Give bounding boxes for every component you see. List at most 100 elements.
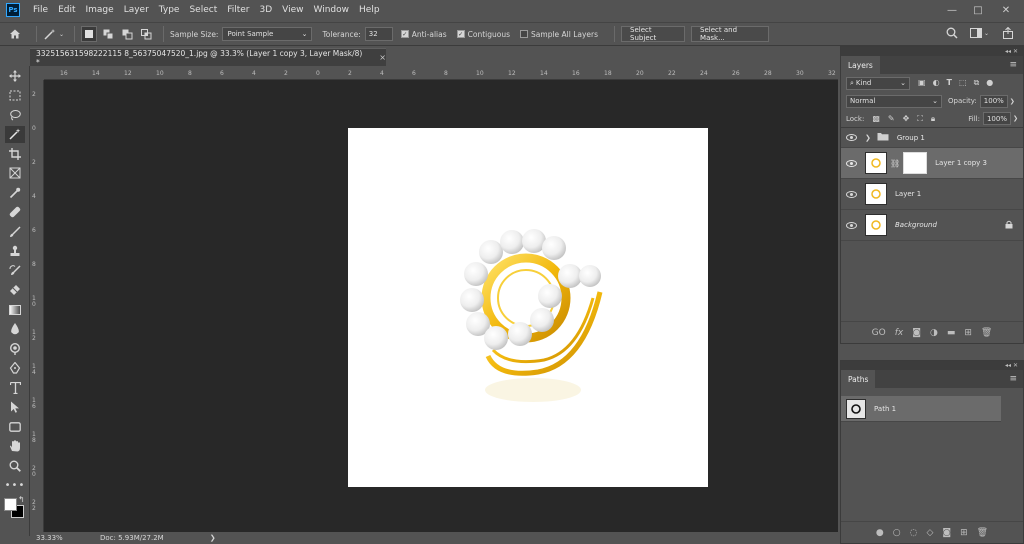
pen-tool[interactable]: [0, 359, 30, 379]
anti-alias-checkbox[interactable]: ✓ Anti-alias: [400, 30, 447, 39]
layer-row-group-1[interactable]: ❯ Group 1: [841, 128, 1023, 148]
new-layer-icon[interactable]: ⊞: [964, 328, 972, 338]
search-button[interactable]: [946, 27, 958, 41]
trash-icon[interactable]: 🗑︎: [981, 328, 992, 338]
eraser-tool[interactable]: [0, 281, 30, 301]
canvas-area[interactable]: [44, 80, 838, 532]
rectangle-tool[interactable]: [0, 417, 30, 437]
edit-toolbar-button[interactable]: •••: [0, 476, 30, 496]
make-work-path-icon[interactable]: ◇: [926, 528, 933, 538]
fill-input[interactable]: 100%: [982, 112, 1011, 125]
menu-layer[interactable]: Layer: [119, 5, 154, 15]
path-row-path-1[interactable]: Path 1: [841, 396, 1001, 422]
zoom-level[interactable]: 33.33%: [30, 534, 84, 542]
fill-path-icon[interactable]: ●: [876, 528, 884, 538]
panel-menu-icon[interactable]: ≡: [1009, 374, 1017, 384]
menu-image[interactable]: Image: [81, 5, 119, 15]
frame-tool[interactable]: [0, 164, 30, 184]
document-canvas[interactable]: [348, 128, 708, 487]
menu-file[interactable]: File: [28, 5, 53, 15]
menu-edit[interactable]: Edit: [53, 5, 80, 15]
status-menu-arrow[interactable]: ❯: [210, 534, 216, 542]
intersect-selection-button[interactable]: [138, 26, 154, 42]
panel-collapse-strip[interactable]: ◂◂ ✕: [841, 361, 1023, 370]
select-subject-button[interactable]: Select Subject: [621, 26, 686, 42]
panel-menu-icon[interactable]: ≡: [1009, 60, 1017, 70]
menu-select[interactable]: Select: [184, 5, 222, 15]
zoom-tool[interactable]: [0, 456, 30, 476]
contiguous-checkbox[interactable]: ✓ Contiguous: [456, 30, 510, 39]
healing-brush-tool[interactable]: [0, 203, 30, 223]
new-selection-button[interactable]: [81, 26, 98, 42]
home-button[interactable]: [0, 28, 30, 40]
eyedropper-tool[interactable]: [0, 183, 30, 203]
add-mask-icon[interactable]: ◙: [912, 328, 921, 338]
lock-position-icon[interactable]: ✥: [903, 114, 910, 124]
blend-mode-select[interactable]: Normal ⌄: [846, 94, 942, 108]
lock-transparency-icon[interactable]: ▩: [872, 114, 880, 124]
filter-shape-icon[interactable]: ⬚: [959, 78, 967, 88]
path-selection-tool[interactable]: [0, 398, 30, 418]
close-window-button[interactable]: ✕: [994, 0, 1018, 20]
lock-pixels-icon[interactable]: ✎: [888, 114, 895, 124]
new-group-icon[interactable]: ▬: [947, 328, 956, 338]
minimize-button[interactable]: —: [940, 0, 964, 20]
type-tool[interactable]: [0, 378, 30, 398]
layer-filter-select[interactable]: ⌕ Kind ⌄: [846, 76, 910, 90]
workspace-switcher[interactable]: ⌄: [970, 27, 989, 39]
lock-all-icon[interactable]: 🔒︎: [931, 114, 935, 124]
layer-thumbnail[interactable]: [865, 214, 887, 236]
tool-preset-picker[interactable]: ⌄: [43, 28, 64, 40]
gradient-tool[interactable]: [0, 300, 30, 320]
mask-link-icon[interactable]: ⛓: [890, 159, 900, 168]
add-to-selection-button[interactable]: [100, 26, 116, 42]
adjustment-layer-icon[interactable]: ◑: [930, 328, 938, 338]
document-tab[interactable]: 332515631598222115 8_56375047520_1.jpg @…: [30, 48, 386, 67]
menu-3d[interactable]: 3D: [255, 5, 278, 15]
layer-row-layer-1[interactable]: Layer 1: [841, 179, 1023, 210]
select-and-mask-button[interactable]: Select and Mask...: [691, 26, 770, 42]
restore-button[interactable]: □: [966, 0, 990, 20]
brush-tool[interactable]: [0, 222, 30, 242]
filter-adjustment-icon[interactable]: ◐: [933, 78, 940, 88]
add-mask-icon[interactable]: ◙: [942, 528, 951, 538]
sample-size-select[interactable]: Point Sample ⌄: [222, 27, 313, 41]
move-tool[interactable]: [0, 66, 30, 86]
horizontal-ruler[interactable]: 16 14 12 10 8 6 4 2 0 2 4 6 8 10 12 14 16 18 20 22 24 26 28 30 3…: [44, 68, 868, 80]
opacity-input[interactable]: 100%: [979, 94, 1008, 108]
chevron-right-icon[interactable]: ❯: [865, 134, 871, 142]
path-thumbnail[interactable]: [846, 398, 866, 419]
link-layers-icon[interactable]: GO: [872, 328, 886, 338]
tab-layers[interactable]: Layers: [841, 56, 880, 74]
visibility-eye-icon[interactable]: [841, 159, 861, 167]
chevron-right-icon[interactable]: ❯: [1010, 98, 1015, 105]
filter-type-icon[interactable]: T: [947, 78, 952, 88]
chevron-right-icon[interactable]: ❯: [1013, 115, 1018, 122]
layer-row-background[interactable]: Background: [841, 210, 1023, 241]
marquee-tool[interactable]: [0, 86, 30, 106]
menu-view[interactable]: View: [277, 5, 308, 15]
layer-style-fx-icon[interactable]: fx: [895, 328, 904, 338]
history-brush-tool[interactable]: [0, 261, 30, 281]
filter-toggle-icon[interactable]: ●: [986, 78, 993, 88]
visibility-eye-icon[interactable]: [841, 134, 861, 141]
filter-pixel-icon[interactable]: ▣: [918, 78, 926, 88]
crop-tool[interactable]: [0, 144, 30, 164]
visibility-eye-icon[interactable]: [841, 221, 861, 229]
panel-collapse-strip[interactable]: ◂◂ ✕: [841, 47, 1023, 56]
ruler-origin[interactable]: [30, 68, 44, 80]
lasso-tool[interactable]: [0, 105, 30, 125]
tab-paths[interactable]: Paths: [841, 370, 876, 388]
share-button[interactable]: [1002, 26, 1014, 41]
magic-wand-tool[interactable]: [0, 125, 30, 145]
filter-smart-object-icon[interactable]: ⧉: [974, 78, 980, 88]
blur-tool[interactable]: [0, 320, 30, 340]
menu-type[interactable]: Type: [154, 5, 185, 15]
stroke-path-icon[interactable]: ○: [893, 528, 901, 538]
layer-row-layer-1-copy-3[interactable]: ⛓ Layer 1 copy 3: [841, 148, 1023, 179]
subtract-from-selection-button[interactable]: [119, 26, 135, 42]
menu-help[interactable]: Help: [354, 5, 385, 15]
sample-all-layers-checkbox[interactable]: Sample All Layers: [520, 30, 598, 39]
hand-tool[interactable]: [0, 437, 30, 457]
clone-stamp-tool[interactable]: [0, 242, 30, 262]
